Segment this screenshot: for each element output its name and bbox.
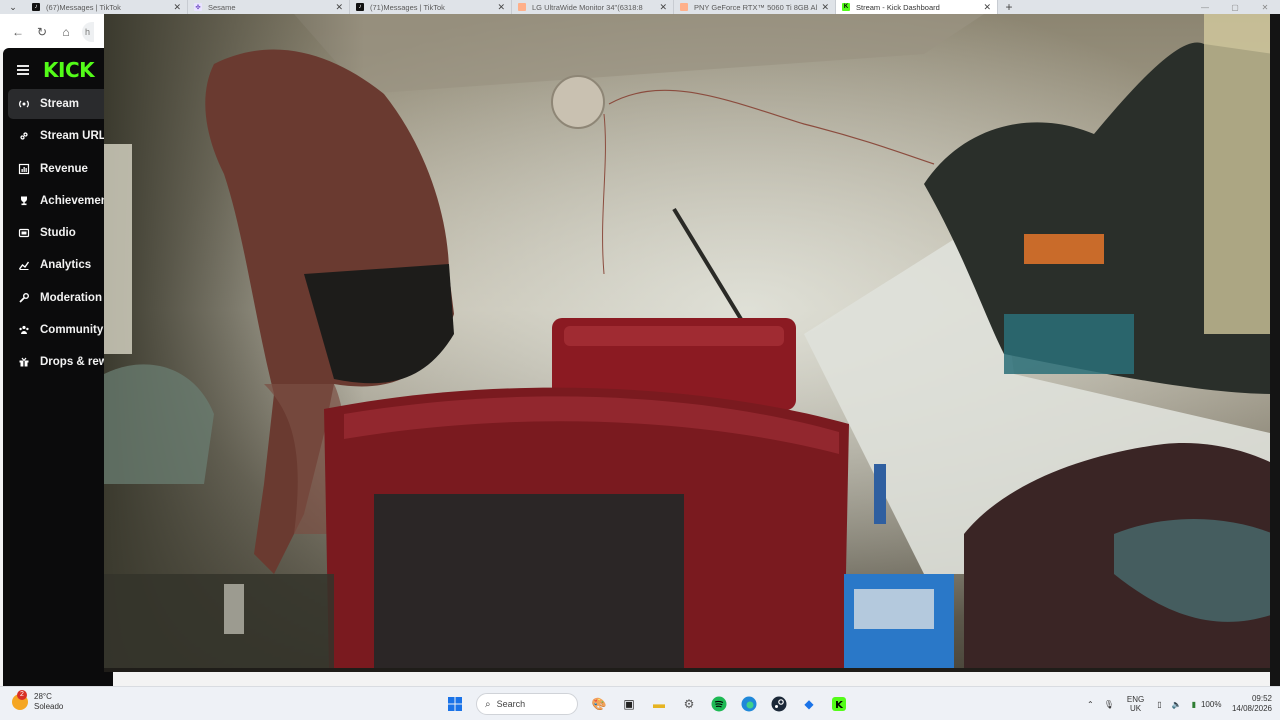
sidebar-item-label: Studio [40, 227, 76, 240]
kick-dashboard-sidebar: KICK Stream Stream URL & Key Revenue [3, 48, 113, 686]
sidebar-item-label: Analytics [40, 259, 92, 272]
battery-icon[interactable]: ▮ [1192, 700, 1196, 709]
sidebar-item-revenue[interactable]: Revenue [8, 154, 113, 184]
svg-text:K: K [835, 700, 844, 711]
tab-search-chevron-icon[interactable]: ⌄ [0, 0, 26, 14]
windows-taskbar: 2 28°C Soleado ⌕ Search 🎨 ▣ ▬ ⚙ ◆ K ⌃ 🎙 … [0, 686, 1280, 720]
language-indicator[interactable]: ENG UK [1127, 695, 1144, 713]
close-icon[interactable]: ✕ [497, 2, 505, 13]
tiktok-icon: ♪ [32, 3, 40, 11]
microphone-icon[interactable]: 🎙 [1104, 700, 1114, 709]
revenue-chart-icon [18, 163, 30, 175]
tab-sesame[interactable]: ✣ Sesame ✕ [188, 0, 350, 14]
tiktok-icon: ♪ [356, 3, 364, 11]
clock-date: 14/08/2026 [1231, 704, 1272, 713]
wrench-icon [18, 292, 30, 304]
gift-icon [18, 356, 30, 368]
notification-badge: 2 [17, 690, 27, 700]
hamburger-menu-icon[interactable] [17, 65, 29, 75]
trophy-icon [18, 195, 30, 207]
tab-lg-monitor[interactable]: LG UltraWide Monitor 34"(6318:8 ✕ [512, 0, 674, 14]
widgets-icon[interactable]: 🎨 [588, 693, 610, 715]
steam-icon[interactable] [768, 693, 790, 715]
desktop-screen: ⌄ ♪ (67)Messages | TikTok ✕ ✣ Sesame ✕ ♪… [0, 0, 1280, 720]
sidebar-item-analytics[interactable]: Analytics [8, 250, 113, 280]
edge-browser-icon[interactable] [738, 693, 760, 715]
clock-time: 09:52 [1251, 694, 1272, 703]
close-icon[interactable]: ✕ [335, 2, 343, 13]
taskbar-search-box[interactable]: ⌕ Search [476, 693, 578, 715]
system-clock[interactable]: 09:52 14/08/2026 [1232, 694, 1272, 714]
back-arrow-icon[interactable]: ← [6, 20, 30, 44]
minimize-icon[interactable]: — [1190, 3, 1220, 12]
sun-weather-icon: 2 [12, 690, 28, 710]
webcam-video-feed[interactable] [104, 14, 1274, 672]
sidebar-nav: Stream Stream URL & Key Revenue Achievem… [8, 89, 113, 380]
sidebar-item-label: Drops & rewards [40, 356, 113, 369]
sesame-icon: ✣ [194, 3, 202, 11]
amazon-icon [680, 3, 688, 11]
weather-condition: Soleado [34, 702, 64, 711]
sidebar-item-label: Stream [40, 98, 79, 110]
sidebar-item-drops-rewards[interactable]: Drops & rewards [8, 347, 113, 377]
sidebar-item-label: Achievements [40, 194, 113, 207]
broadcast-icon [18, 98, 30, 110]
sidebar-item-label: Community [40, 324, 104, 337]
file-explorer-icon[interactable]: ▬ [648, 693, 670, 715]
close-icon[interactable]: ✕ [659, 2, 667, 13]
community-icon [18, 324, 30, 336]
close-icon[interactable]: ✕ [821, 2, 829, 13]
speaker-icon[interactable]: 🔈 [1172, 700, 1182, 709]
address-bar[interactable]: h [82, 22, 94, 42]
browser-tab-strip: ⌄ ♪ (67)Messages | TikTok ✕ ✣ Sesame ✕ ♪… [0, 0, 1280, 14]
taskbar-app-icons: ⌕ Search 🎨 ▣ ▬ ⚙ ◆ K [440, 692, 854, 716]
sidebar-brand: KICK [17, 58, 95, 82]
sidebar-item-label: Stream URL & Key [40, 130, 113, 143]
window-close-icon[interactable]: ✕ [1250, 3, 1280, 12]
phone-link-icon[interactable]: ▯ [1157, 700, 1161, 709]
sidebar-item-achievements[interactable]: Achievements [8, 186, 113, 216]
sidebar-item-stream[interactable]: Stream [8, 89, 113, 119]
tab-tiktok-messages-1[interactable]: ♪ (67)Messages | TikTok ✕ [26, 0, 188, 14]
settings-gear-icon[interactable]: ⚙ [678, 693, 700, 715]
tab-kick-dashboard[interactable]: K Stream - Kick Dashboard ✕ [836, 0, 998, 14]
kick-app-icon[interactable]: K [828, 693, 850, 715]
sidebar-item-label: Revenue [40, 162, 88, 175]
sidebar-item-label: Moderation [40, 291, 102, 304]
new-tab-button[interactable]: + [998, 0, 1020, 14]
battery-percent: 100% [1200, 699, 1222, 709]
studio-icon [18, 227, 30, 239]
close-icon[interactable]: ✕ [173, 2, 181, 13]
reload-icon[interactable]: ↻ [30, 20, 54, 44]
task-view-icon[interactable]: ▣ [618, 693, 640, 715]
weather-temp: 28°C [34, 692, 52, 701]
spotify-icon[interactable] [708, 693, 730, 715]
search-icon: ⌕ [485, 698, 491, 710]
messenger-app-icon[interactable]: ◆ [798, 693, 820, 715]
weather-widget[interactable]: 2 28°C Soleado [12, 690, 64, 712]
tray-chevron-up-icon[interactable]: ⌃ [1087, 700, 1094, 709]
tab-tiktok-messages-2[interactable]: ♪ (71)Messages | TikTok ✕ [350, 0, 512, 14]
system-tray: ⌃ 🎙 ENG UK ▯ 🔈 ▮ 100% [1082, 693, 1221, 715]
kick-icon: K [842, 3, 850, 11]
sidebar-item-stream-url-key[interactable]: Stream URL & Key [8, 121, 113, 151]
sidebar-item-moderation[interactable]: Moderation [8, 283, 113, 313]
kick-logo[interactable]: KICK [43, 58, 95, 82]
home-icon[interactable]: ⌂ [54, 20, 78, 44]
windows-start-icon[interactable] [444, 693, 466, 715]
close-icon[interactable]: ✕ [983, 2, 991, 13]
window-controls: — ▢ ✕ [1190, 3, 1280, 12]
analytics-icon [18, 259, 30, 271]
tab-pny-geforce[interactable]: PNY GeForce RTX™ 5060 Ti 8GB Al ✕ [674, 0, 836, 14]
sidebar-item-studio[interactable]: Studio [8, 218, 113, 248]
maximize-icon[interactable]: ▢ [1220, 3, 1250, 12]
sidebar-item-community[interactable]: Community [8, 315, 113, 345]
video-edge-strip [1270, 14, 1280, 686]
amazon-icon [518, 3, 526, 11]
link-icon [18, 130, 30, 142]
